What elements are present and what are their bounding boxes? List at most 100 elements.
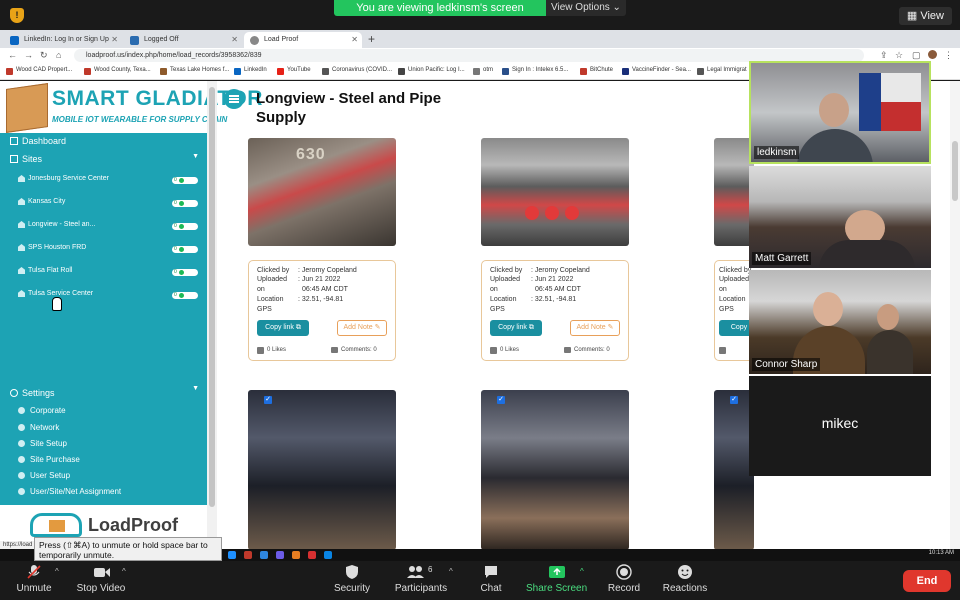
security-button[interactable]: Security	[330, 564, 374, 594]
photo-checkbox[interactable]: ✓	[730, 396, 738, 404]
sidebar-item-corporate[interactable]: Corporate	[18, 406, 66, 415]
app-icon[interactable]	[260, 551, 268, 559]
bookmark-item[interactable]: Wood County, Texa...	[84, 67, 151, 75]
page-scrollbar[interactable]	[950, 81, 960, 549]
bookmark-item[interactable]: VaccineFinder - Sea...	[622, 67, 691, 75]
menu-icon[interactable]: ⋮	[944, 50, 953, 61]
extension-icon[interactable]: ▢	[912, 50, 921, 61]
tab-linkedin[interactable]: LinkedIn: Log In or Sign Up ✕	[4, 32, 122, 48]
photo-checkbox[interactable]: ✓	[264, 396, 272, 404]
sidebar-item-settings[interactable]: Settings	[10, 388, 55, 398]
bookmark-item[interactable]: YouTube	[277, 67, 311, 75]
bookmark-item[interactable]: Union Pacific: Log I...	[398, 67, 465, 75]
add-note-button[interactable]: Add Note ✎	[570, 320, 620, 336]
app-icon[interactable]	[308, 551, 316, 559]
sidebar-item-user-site-net[interactable]: User/Site/Net Assignment	[18, 487, 121, 496]
copy-link-button[interactable]: Copy link ⧉	[257, 320, 309, 336]
app-icon[interactable]	[292, 551, 300, 559]
record-button[interactable]: Record	[606, 564, 642, 594]
sidebar-item-site-purchase[interactable]: Site Purchase	[18, 455, 80, 464]
bookmark-item[interactable]: Coronavirus (COVID...	[322, 67, 392, 75]
end-meeting-button[interactable]: End	[903, 570, 951, 592]
participant-video[interactable]: mikec	[749, 376, 931, 476]
add-note-button[interactable]: Add Note ✎	[337, 320, 387, 336]
sidebar-site-sps-houston[interactable]: SPS Houston FRD	[18, 244, 86, 251]
sidebar-item-sites[interactable]: Sites	[10, 154, 42, 164]
unmute-button[interactable]: Unmute	[10, 564, 58, 594]
smart-gladiator-logo: SMART GLADIATOR MOBILE IOT WEARABLE FOR …	[0, 81, 262, 133]
share-screen-button[interactable]: Share Screen	[526, 564, 587, 594]
home-icon[interactable]: ⌂	[56, 50, 61, 60]
participants-button[interactable]: 6 Participants	[392, 564, 450, 594]
view-button[interactable]: ▦ View	[898, 7, 952, 25]
participant-video[interactable]: ledkinsm	[749, 61, 931, 164]
tab-load-proof[interactable]: Load Proof ✕	[244, 32, 362, 48]
forward-icon[interactable]: →	[24, 50, 33, 60]
bookmark-item[interactable]: Wood CAD Propert...	[6, 67, 72, 75]
load-photo[interactable]: ✓	[481, 390, 629, 549]
new-tab-button[interactable]: +	[368, 30, 375, 48]
reactions-button[interactable]: Reactions	[662, 564, 708, 594]
likes-count[interactable]: 0 Likes	[257, 347, 286, 354]
chevron-down-icon[interactable]: ▼	[192, 385, 199, 392]
bookmark-item[interactable]: Sign In : Intelex 6.5...	[502, 67, 569, 75]
chevron-down-icon[interactable]: ▼	[192, 153, 199, 160]
close-icon[interactable]: ✕	[231, 32, 238, 48]
sidebar-item-dashboard[interactable]: Dashboard	[10, 136, 66, 146]
load-photo[interactable]: ✓	[248, 390, 396, 549]
tab-logged-off[interactable]: Logged Off ✕	[124, 32, 242, 48]
app-icon[interactable]	[228, 551, 236, 559]
chevron-up-icon[interactable]: ^	[55, 567, 59, 576]
star-icon[interactable]: ☆	[895, 50, 903, 61]
bookmark-item[interactable]: Texas Lake Homes f...	[160, 67, 229, 75]
comments-count[interactable]: Comments: 0	[331, 347, 377, 353]
bookmark-item[interactable]: LinkedIn	[234, 67, 267, 75]
chat-button[interactable]: Chat	[476, 564, 506, 594]
sidebar-item-network[interactable]: Network	[18, 423, 59, 432]
home-icon	[18, 267, 25, 274]
load-photo[interactable]	[714, 138, 754, 246]
menu-toggle-button[interactable]	[224, 89, 244, 109]
app-icon[interactable]	[244, 551, 252, 559]
url-field[interactable]: loadproof.us/index.php/home/load_records…	[74, 49, 864, 62]
sidebar-site-tulsa-flat-roll[interactable]: Tulsa Flat Roll	[18, 267, 72, 274]
bookmark-label: Legal Immigrat	[707, 67, 747, 73]
stop-video-button[interactable]: Stop Video	[74, 564, 128, 594]
view-options-button[interactable]: View Options ⌄	[546, 0, 626, 16]
bookmark-item[interactable]: Legal Immigrat	[697, 67, 747, 75]
close-icon[interactable]: ✕	[351, 32, 358, 48]
shield-icon[interactable]: !	[10, 8, 24, 23]
load-photo[interactable]	[481, 138, 629, 246]
photo-checkbox[interactable]: ✓	[497, 396, 505, 404]
copy-link-button[interactable]: Copy link ⧉	[490, 320, 542, 336]
sidebar-site-tulsa-service-center[interactable]: Tulsa Service Center	[18, 290, 93, 297]
likes-count[interactable]: 0 Likes	[490, 347, 519, 354]
chevron-up-icon[interactable]: ^	[122, 567, 126, 576]
sidebar-site-kansas-city[interactable]: Kansas City	[18, 198, 65, 205]
profile-avatar[interactable]	[928, 50, 937, 59]
participant-video[interactable]: Connor Sharp	[749, 270, 931, 374]
app-icon[interactable]	[276, 551, 284, 559]
sidebar-scroll-thumb[interactable]	[209, 87, 215, 507]
page-scroll-thumb[interactable]	[952, 141, 958, 201]
sidebar-site-longview[interactable]: Longview - Steel an...	[18, 221, 95, 228]
bookmark-item[interactable]: otm	[473, 67, 493, 75]
bookmark-item[interactable]: BitChute	[580, 67, 613, 75]
sidebar-item-user-setup[interactable]: User Setup	[18, 471, 70, 480]
site-status-pill: 0	[172, 292, 198, 299]
chevron-up-icon[interactable]: ^	[449, 567, 453, 576]
bookmark-label: Sign In : Intelex 6.5...	[512, 67, 569, 73]
reload-icon[interactable]: ↻	[40, 50, 48, 61]
load-photo[interactable]: ✓	[714, 390, 754, 549]
participant-video[interactable]: Matt Garrett	[749, 166, 931, 268]
app-icon[interactable]	[324, 551, 332, 559]
sidebar-site-jonesburg[interactable]: Jonesburg Service Center	[18, 175, 109, 182]
sidebar-item-site-setup[interactable]: Site Setup	[18, 439, 67, 448]
load-photo[interactable]: 630	[248, 138, 396, 246]
share-icon[interactable]: ⇪	[880, 50, 888, 61]
back-icon[interactable]: ←	[8, 50, 17, 60]
close-icon[interactable]: ✕	[111, 32, 118, 48]
status-dot-icon	[179, 201, 184, 206]
comments-count[interactable]: Comments: 0	[564, 347, 610, 353]
chevron-up-icon[interactable]: ^	[580, 567, 584, 576]
